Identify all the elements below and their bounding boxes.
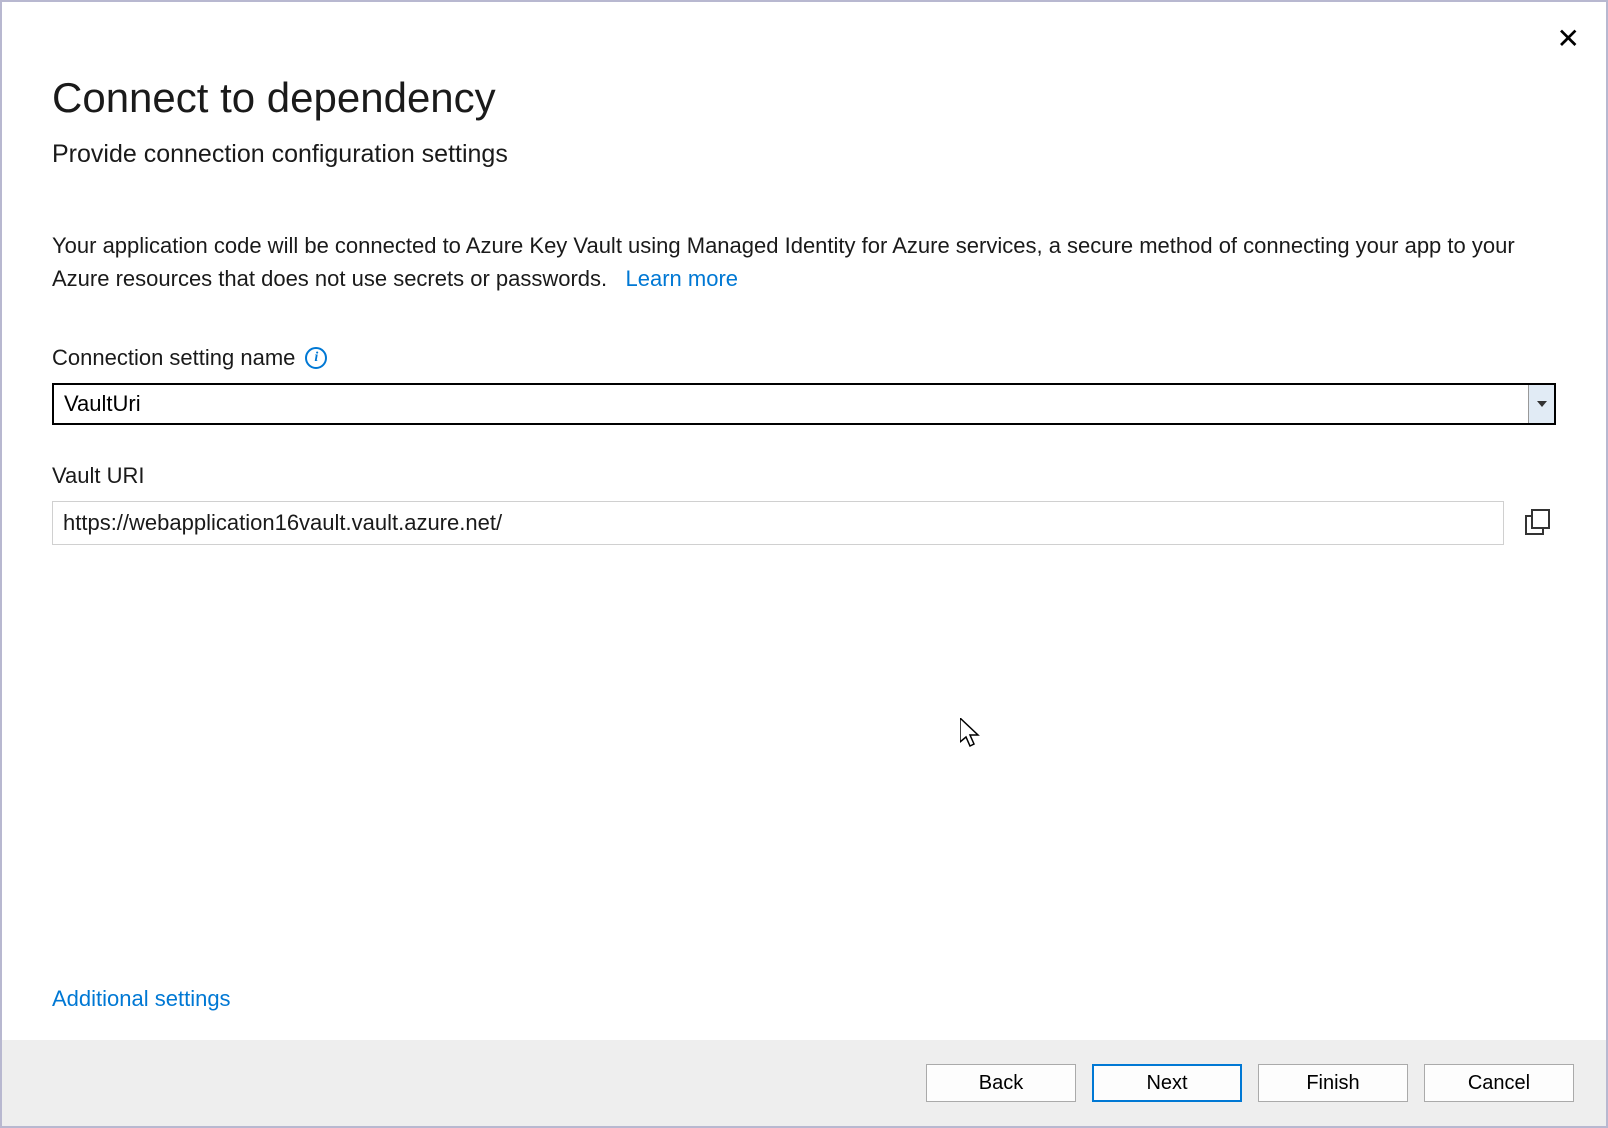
vault-uri-group: Vault URI: [52, 463, 1556, 545]
dropdown-arrow-button[interactable]: [1528, 385, 1554, 423]
learn-more-link[interactable]: Learn more: [626, 266, 739, 291]
close-button[interactable]: ✕: [1557, 25, 1580, 53]
connection-setting-input[interactable]: [54, 385, 1528, 423]
close-icon: ✕: [1557, 23, 1580, 54]
finish-button[interactable]: Finish: [1258, 1064, 1408, 1102]
description-text: Your application code will be connected …: [52, 233, 1515, 291]
connection-setting-combobox[interactable]: [52, 383, 1556, 425]
dialog-footer: Back Next Finish Cancel: [2, 1040, 1606, 1126]
connection-setting-label-text: Connection setting name: [52, 345, 295, 371]
cancel-button[interactable]: Cancel: [1424, 1064, 1574, 1102]
copy-button[interactable]: [1518, 504, 1556, 542]
connection-setting-group: Connection setting name i: [52, 345, 1556, 425]
vault-uri-row: [52, 501, 1556, 545]
dialog-title: Connect to dependency: [52, 74, 1556, 122]
next-button[interactable]: Next: [1092, 1064, 1242, 1102]
vault-uri-input[interactable]: [52, 501, 1504, 545]
dialog-subtitle: Provide connection configuration setting…: [52, 140, 1556, 169]
vault-uri-label: Vault URI: [52, 463, 1556, 489]
connection-setting-label: Connection setting name i: [52, 345, 1556, 371]
connect-dependency-dialog: ✕ Connect to dependency Provide connecti…: [0, 0, 1608, 1128]
chevron-down-icon: [1537, 401, 1547, 407]
dialog-content: Connect to dependency Provide connection…: [2, 2, 1606, 1040]
additional-settings-link[interactable]: Additional settings: [52, 986, 1556, 1012]
info-icon[interactable]: i: [305, 347, 327, 369]
copy-icon: [1522, 508, 1552, 538]
back-button[interactable]: Back: [926, 1064, 1076, 1102]
dialog-description: Your application code will be connected …: [52, 229, 1556, 295]
